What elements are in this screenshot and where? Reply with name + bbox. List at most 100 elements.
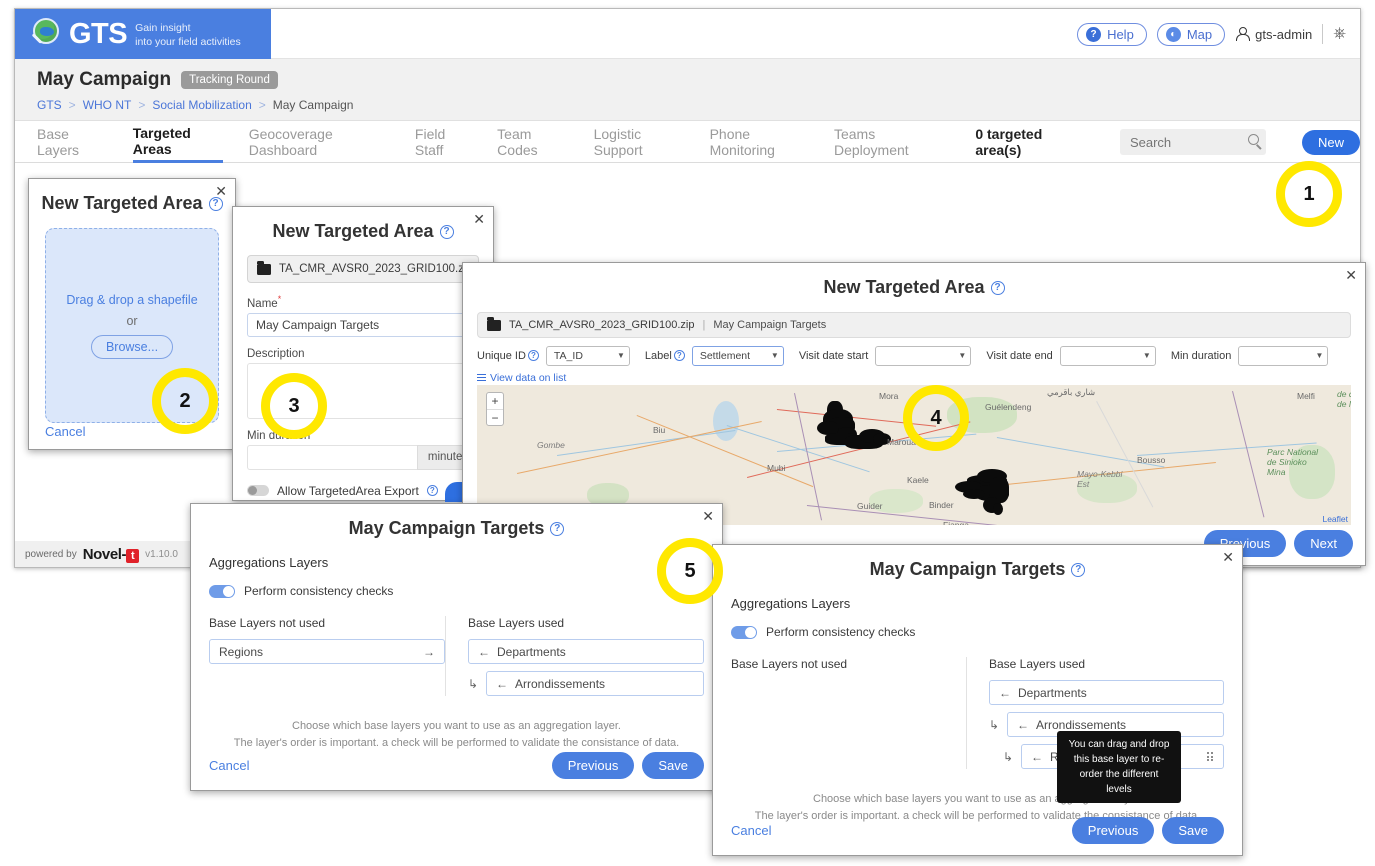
info-icon[interactable]: ? bbox=[426, 485, 438, 497]
tab-logistic-support[interactable]: Logistic Support bbox=[594, 121, 684, 163]
consistency-check-toggle[interactable] bbox=[731, 625, 757, 639]
dialog-title: New Targeted Area ? bbox=[463, 263, 1365, 298]
question-mark-icon[interactable]: ? bbox=[1071, 562, 1086, 577]
cancel-button[interactable]: Cancel bbox=[45, 424, 85, 439]
dialog-aggregation-layers-step2: ✕ May Campaign Targets ? Aggregations La… bbox=[712, 544, 1243, 856]
question-mark-icon[interactable]: ? bbox=[439, 224, 454, 239]
level-indent-icon: ↳ bbox=[989, 717, 1000, 732]
unique-id-value: TA_ID bbox=[553, 350, 583, 362]
unique-id-label: Unique ID? bbox=[477, 350, 539, 362]
arrow-left-icon[interactable]: ← bbox=[496, 677, 508, 691]
used-layer-arrondissements[interactable]: ← Arrondissements bbox=[486, 671, 704, 696]
visit-date-start-select[interactable]: ▼ bbox=[875, 346, 972, 366]
close-icon[interactable]: ✕ bbox=[215, 184, 227, 198]
visit-date-end-label: Visit date end bbox=[986, 350, 1053, 362]
breadcrumb-item-social-mobilization[interactable]: Social Mobilization bbox=[152, 98, 251, 112]
search-box[interactable] bbox=[1119, 129, 1266, 155]
name-field[interactable]: May Campaign Targets bbox=[247, 312, 479, 337]
tab-teams-deployment[interactable]: Teams Deployment bbox=[834, 121, 941, 163]
tab-targeted-areas[interactable]: Targeted Areas bbox=[132, 121, 223, 163]
list-icon bbox=[477, 374, 486, 382]
uploaded-file-chip: TA_CMR_AVSR0_2023_GRID100.zip bbox=[247, 255, 479, 283]
arrow-left-icon[interactable]: ← bbox=[478, 645, 490, 659]
used-layer-name: Departments bbox=[497, 644, 566, 659]
tab-geocoverage-dashboard[interactable]: Geocoverage Dashboard bbox=[249, 121, 389, 163]
cancel-button[interactable]: Cancel bbox=[209, 758, 249, 773]
browse-button[interactable]: Browse... bbox=[90, 334, 174, 359]
person-icon bbox=[1235, 27, 1251, 41]
close-icon[interactable]: ✕ bbox=[473, 212, 485, 226]
label-select[interactable]: Settlement ▼ bbox=[691, 346, 784, 366]
brand-logo[interactable]: GTS Gain insight into your field activit… bbox=[15, 9, 271, 59]
question-mark-icon[interactable]: ? bbox=[550, 521, 565, 536]
next-button[interactable]: Next bbox=[1294, 530, 1353, 557]
used-layer-departments[interactable]: ← Departments bbox=[468, 639, 704, 664]
new-button[interactable]: New bbox=[1301, 129, 1360, 155]
brand-name: GTS bbox=[69, 17, 128, 50]
tab-base-layers[interactable]: Base Layers bbox=[37, 121, 107, 163]
search-input[interactable] bbox=[1127, 133, 1258, 151]
help-button[interactable]: ? Help bbox=[1077, 22, 1147, 46]
mapping-field-row: Unique ID? TA_ID ▼ Label? Settlement ▼ V… bbox=[463, 338, 1365, 366]
power-icon[interactable]: ⎈ bbox=[1333, 25, 1346, 43]
cancel-button[interactable]: Cancel bbox=[731, 823, 771, 838]
user-menu[interactable]: gts-admin bbox=[1235, 27, 1312, 42]
used-layer-departments[interactable]: ← Departments bbox=[989, 680, 1224, 705]
map-zoom-controls[interactable]: + − bbox=[486, 392, 504, 426]
tab-field-staff[interactable]: Field Staff bbox=[415, 121, 471, 163]
page-header: May Campaign Tracking Round GTS > WHO NT… bbox=[15, 59, 1360, 121]
top-bar: GTS Gain insight into your field activit… bbox=[15, 9, 1360, 59]
info-icon[interactable]: ? bbox=[527, 350, 539, 361]
arrow-right-icon[interactable]: → bbox=[423, 645, 435, 659]
used-layers-heading: Base Layers used bbox=[989, 657, 1086, 671]
tab-phone-monitoring[interactable]: Phone Monitoring bbox=[710, 121, 808, 163]
close-icon[interactable]: ✕ bbox=[1222, 550, 1234, 564]
unused-layer-regions[interactable]: Regions → bbox=[209, 639, 445, 664]
question-mark-icon[interactable]: ? bbox=[990, 280, 1005, 295]
arrow-left-icon[interactable]: ← bbox=[1017, 718, 1029, 732]
arrow-left-icon[interactable]: ← bbox=[1031, 750, 1043, 764]
page-title: May Campaign bbox=[37, 69, 172, 90]
dialog-new-targeted-area-form: ✕ New Targeted Area ? TA_CMR_AVSR0_2023_… bbox=[232, 206, 494, 502]
used-layer-name: Arrondissements bbox=[1036, 717, 1127, 732]
consistency-check-label: Perform consistency checks bbox=[766, 625, 916, 639]
allow-export-toggle[interactable] bbox=[247, 485, 269, 497]
step-marker-3: 3 bbox=[261, 373, 327, 439]
close-icon[interactable]: ✕ bbox=[702, 509, 714, 523]
map-button[interactable]: ◐ Map bbox=[1156, 22, 1226, 46]
zoom-out-button[interactable]: − bbox=[487, 409, 503, 425]
info-icon[interactable]: ? bbox=[673, 350, 685, 361]
visit-date-end-select[interactable]: ▼ bbox=[1059, 346, 1156, 366]
powered-by-label: powered by bbox=[25, 548, 77, 560]
globe-magnifier-icon bbox=[29, 18, 61, 50]
label-label: Label? bbox=[645, 350, 685, 362]
divider bbox=[1322, 24, 1324, 44]
min-duration-select[interactable]: ▼ bbox=[1238, 346, 1329, 366]
map-attribution[interactable]: Leaflet bbox=[1322, 514, 1348, 524]
unused-layer-name: Regions bbox=[219, 644, 264, 659]
consistency-check-toggle[interactable] bbox=[209, 584, 235, 598]
breadcrumb-item-gts[interactable]: GTS bbox=[37, 98, 62, 112]
uploaded-file-name: TA_CMR_AVSR0_2023_GRID100.zip bbox=[509, 319, 695, 331]
dialog-title: May Campaign Targets ? bbox=[191, 504, 722, 539]
tab-team-codes[interactable]: Team Codes bbox=[497, 121, 567, 163]
vendor-name: Novel-t bbox=[83, 546, 140, 563]
dropzone-or-label: or bbox=[126, 313, 138, 328]
chevron-updown-icon: ▼ bbox=[1142, 351, 1151, 360]
step-marker-1: 1 bbox=[1276, 161, 1342, 227]
close-icon[interactable]: ✕ bbox=[1345, 268, 1357, 282]
search-icon bbox=[1247, 134, 1259, 145]
save-button[interactable]: Save bbox=[642, 752, 704, 779]
min-duration-input[interactable] bbox=[247, 444, 417, 470]
level-indent-icon: ↳ bbox=[468, 676, 479, 691]
previous-button[interactable]: Previous bbox=[551, 752, 635, 779]
breadcrumb-item-who-nt[interactable]: WHO NT bbox=[83, 98, 132, 112]
used-layer-name: Arrondissements bbox=[515, 676, 606, 691]
unique-id-select[interactable]: TA_ID ▼ bbox=[545, 346, 630, 366]
previous-button[interactable]: Previous bbox=[1071, 817, 1155, 844]
arrow-left-icon[interactable]: ← bbox=[999, 686, 1011, 700]
required-marker: * bbox=[277, 294, 282, 304]
drag-handle-icon[interactable] bbox=[1207, 752, 1214, 761]
save-button[interactable]: Save bbox=[1162, 817, 1224, 844]
zoom-in-button[interactable]: + bbox=[487, 393, 503, 409]
